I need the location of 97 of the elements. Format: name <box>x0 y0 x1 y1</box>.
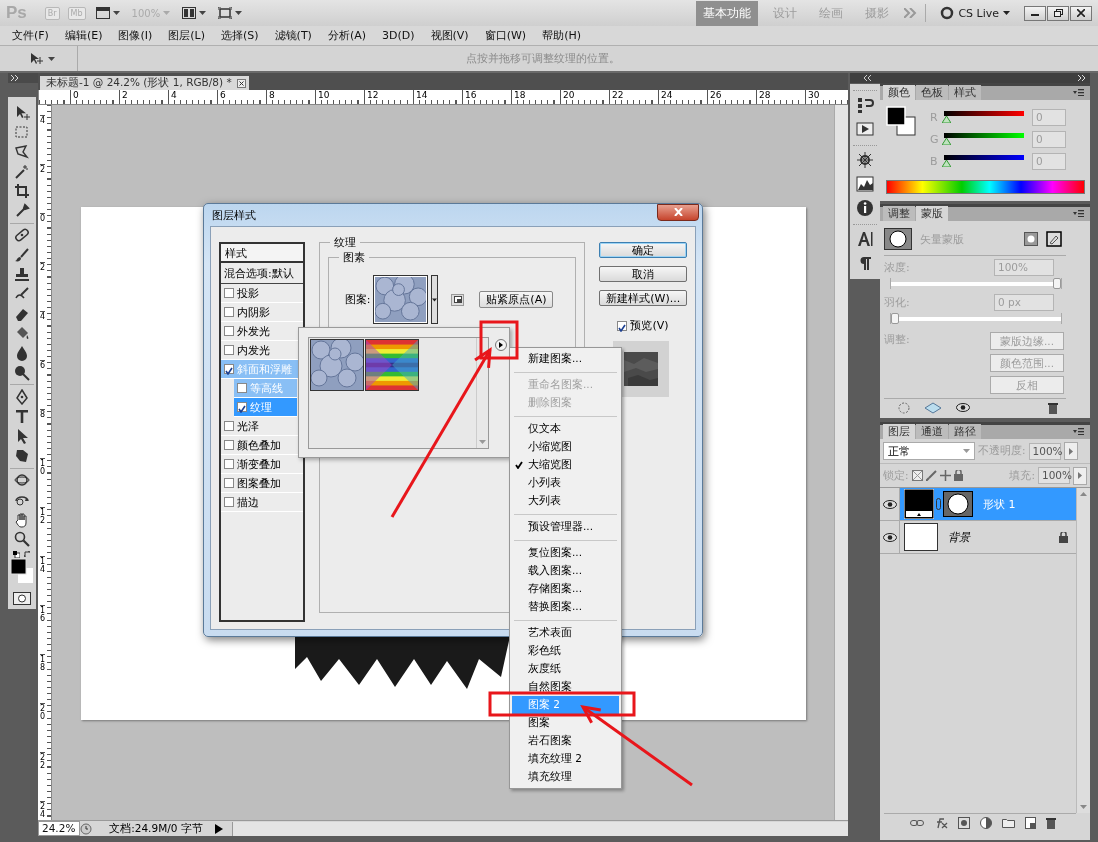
ruler-label: 12 <box>364 90 413 104</box>
ruler-label: 4 <box>168 90 217 104</box>
menu-item[interactable]: 滤镜(T) <box>266 28 320 43</box>
menu-item[interactable]: 编辑(E) <box>56 28 111 43</box>
channel-label: B <box>930 154 938 168</box>
menu-item[interactable]: 图层(L) <box>160 28 213 43</box>
menu-item[interactable]: 图像(I) <box>110 28 161 43</box>
ruler-label: 8 <box>40 409 46 458</box>
field-label: 图案: <box>344 292 371 307</box>
menu-item[interactable]: 彩色纸 <box>512 642 619 660</box>
ruler-label: 4 <box>40 115 46 164</box>
snap-origin-button[interactable]: 贴紧原点(A) <box>479 291 554 308</box>
document-info: 文档:24.9M/0 字节 <box>108 821 204 836</box>
menu-item[interactable]: 预设管理器... <box>512 518 619 536</box>
ruler-label: 16 <box>40 605 46 654</box>
fill-field[interactable]: 100% <box>1038 467 1070 484</box>
menu-item[interactable]: 填充纹理 <box>512 768 619 786</box>
menu-item[interactable]: 大列表 <box>512 492 619 510</box>
ruler-label: 26 <box>707 90 756 104</box>
ruler-label: 14 <box>40 556 46 605</box>
ruler-label: 10 <box>40 458 46 507</box>
style-list-item[interactable]: 描边 <box>221 493 303 512</box>
zoom-field[interactable]: 24.2% <box>38 821 80 836</box>
menu-item[interactable]: 复位图案... <box>512 544 619 562</box>
cs-live-button[interactable]: CS Live <box>934 5 1016 21</box>
style-list-item[interactable]: 内阴影 <box>221 303 303 322</box>
channel-label: R <box>930 110 938 124</box>
channel-label: G <box>930 132 938 146</box>
menu-item[interactable]: 填充纹理 2 <box>512 750 619 768</box>
style-list-item[interactable]: 图案叠加 <box>221 474 303 493</box>
ruler-label: 6 <box>40 360 46 409</box>
ruler-label: 14 <box>413 90 462 104</box>
ruler-label: 12 <box>40 507 46 556</box>
hint-text: 点按并拖移可调整纹理的位置。 <box>465 51 621 66</box>
ruler-label: 18 <box>40 654 46 703</box>
ruler-label: 16 <box>462 90 511 104</box>
dialog-title: 图层样式 <box>212 207 256 223</box>
ruler-label: 24 <box>658 90 707 104</box>
panel-tab[interactable]: 图层 <box>883 424 915 439</box>
ruler-label: 4 <box>40 311 46 360</box>
ruler-label: 20 <box>40 703 46 752</box>
menu-item: 重命名图案... <box>527 377 594 392</box>
ruler-label: 20 <box>560 90 609 104</box>
menu-item[interactable]: 仅文本 <box>512 420 619 438</box>
dialog-button[interactable]: 确定 <box>599 242 687 258</box>
ruler-label: 2 <box>40 164 46 213</box>
menu-item[interactable]: 分析(A) <box>319 28 374 43</box>
menu-item[interactable]: 自然图案 <box>512 678 619 696</box>
menu-item[interactable]: 载入图案... <box>512 562 619 580</box>
menu-item: 删除图案 <box>527 395 573 410</box>
menu-item[interactable]: 灰度纸 <box>512 660 619 678</box>
menu-item[interactable]: 小列表 <box>512 474 619 492</box>
ruler-label: 8 <box>266 90 315 104</box>
menu-item[interactable]: 窗口(W) <box>476 28 535 43</box>
menu-item[interactable]: 大缩览图 <box>512 456 619 474</box>
style-list-item[interactable]: 混合选项:默认 <box>221 263 303 284</box>
panel-tab[interactable]: 路径 <box>949 424 981 439</box>
menu-item[interactable]: 替换图案... <box>512 598 619 616</box>
ruler-label: 22 <box>40 752 46 801</box>
menu-item[interactable]: 文件(F) <box>4 28 57 43</box>
blend-mode-dropdown[interactable]: 正常 <box>883 442 975 460</box>
panel-tab[interactable]: 样式 <box>949 85 981 100</box>
panel-tab[interactable]: 通道 <box>916 424 948 439</box>
menu-item[interactable]: 岩石图案 <box>512 732 619 750</box>
menu-item[interactable]: 存储图案... <box>512 580 619 598</box>
ruler-label: 22 <box>609 90 658 104</box>
ruler-label: 10 <box>315 90 364 104</box>
layer-row[interactable]: 背景 <box>880 521 1076 554</box>
ruler-label: 0 <box>70 90 119 104</box>
ruler-label: 0 <box>40 213 46 262</box>
layer-name: 背景 <box>948 529 972 545</box>
group-title: 图素 <box>341 250 366 265</box>
ruler-label: 6 <box>217 90 266 104</box>
ruler-label: 2 <box>119 90 168 104</box>
menu-item[interactable]: 艺术表面 <box>512 624 619 642</box>
document-tab[interactable]: 未标题-1 @ 24.2% (形状 1, RGB/8) * <box>40 76 249 90</box>
checkbox-label: 预览(V) <box>630 318 669 333</box>
ruler-label: 2 <box>40 262 46 311</box>
dialog-button[interactable]: 新建样式(W)... <box>599 290 687 306</box>
menu-item[interactable]: 小缩览图 <box>512 438 619 456</box>
panel-tab[interactable]: 色板 <box>916 85 948 100</box>
layer-name: 形状 1 <box>983 496 1017 512</box>
list-header: 样式 <box>221 244 303 263</box>
menu-item[interactable]: 帮助(H) <box>534 28 589 43</box>
group-title: 纹理 <box>332 235 357 250</box>
dialog-button[interactable]: 取消 <box>599 266 687 282</box>
menu-item[interactable]: 图案 <box>512 714 619 732</box>
menu-item[interactable]: 视图(V) <box>422 28 477 43</box>
ruler-label: 28 <box>756 90 805 104</box>
menu-item[interactable]: 3D(D) <box>374 29 423 42</box>
panel-tab[interactable]: 颜色 <box>883 85 915 100</box>
menu-item[interactable]: 选择(S) <box>213 28 267 43</box>
style-list-item[interactable]: 投影 <box>221 284 303 303</box>
opacity-field[interactable]: 100% <box>1028 442 1061 460</box>
menu-item[interactable]: 新建图案... <box>512 350 619 368</box>
style-list-item[interactable]: 渐变叠加 <box>221 455 303 474</box>
ruler-label: 18 <box>511 90 560 104</box>
